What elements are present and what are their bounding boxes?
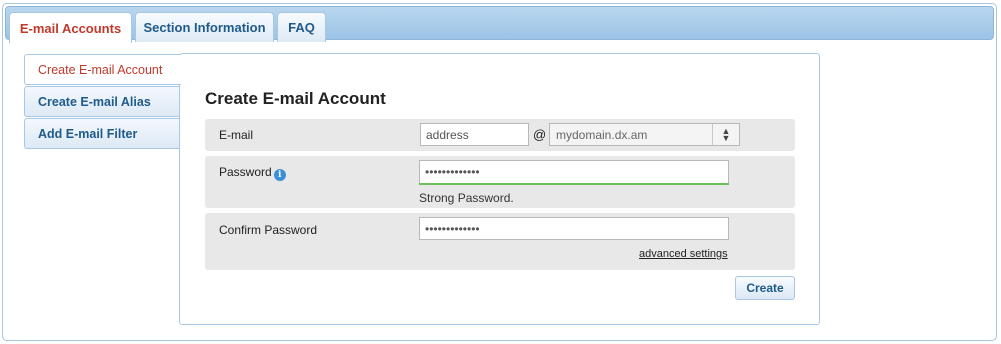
tab-label: FAQ	[288, 20, 315, 35]
password-input[interactable]	[419, 160, 729, 183]
sidebar-item-label: Add E-mail Filter	[38, 126, 138, 141]
domain-select[interactable]: mydomain.dx.am ▲ ▼	[549, 123, 740, 146]
sidebar-item-create-email-account[interactable]: Create E-mail Account	[24, 54, 181, 85]
page-title: Create E-mail Account	[205, 89, 386, 108]
password-strength-text: Strong Password.	[419, 191, 514, 205]
tab-label: Section Information	[143, 20, 266, 35]
confirm-password-row: Confirm Password advanced settings	[205, 213, 795, 270]
password-label: Password	[219, 165, 272, 179]
email-address-input[interactable]	[420, 123, 529, 146]
confirm-password-input[interactable]	[419, 217, 729, 240]
sidebar-item-label: Create E-mail Account	[38, 62, 163, 77]
confirm-password-label: Confirm Password	[219, 223, 318, 237]
domain-value: mydomain.dx.am	[556, 127, 648, 142]
create-button[interactable]: Create	[735, 276, 795, 300]
email-row: E-mail @ mydomain.dx.am ▲▼	[205, 119, 795, 151]
password-label-wrap: Password i	[219, 165, 286, 181]
sidebar-item-add-email-filter[interactable]: Add E-mail Filter	[24, 118, 180, 149]
sidebar-item-create-email-alias[interactable]: Create E-mail Alias	[24, 86, 180, 117]
info-icon[interactable]: i	[273, 169, 286, 181]
tab-email-accounts[interactable]: E-mail Accounts	[9, 12, 132, 43]
at-symbol: @	[533, 127, 547, 142]
tab-faq[interactable]: FAQ	[277, 12, 326, 42]
create-account-panel: Create E-mail Account E-mail @ mydomain.…	[179, 53, 820, 325]
tab-label: E-mail Accounts	[19, 20, 122, 36]
password-strength-bar	[419, 183, 729, 185]
sidebar-item-label: Create E-mail Alias	[38, 94, 151, 109]
select-arrows-icon: ▲ ▼	[712, 124, 739, 145]
tab-bar: E-mail Accounts Section Information FAQ	[5, 6, 994, 43]
password-row: Passwordi Strong Password.	[205, 156, 795, 208]
advanced-settings-link[interactable]: advanced settings	[639, 248, 728, 260]
email-label: E-mail	[219, 128, 254, 142]
tab-section-information[interactable]: Section Information	[135, 12, 274, 42]
